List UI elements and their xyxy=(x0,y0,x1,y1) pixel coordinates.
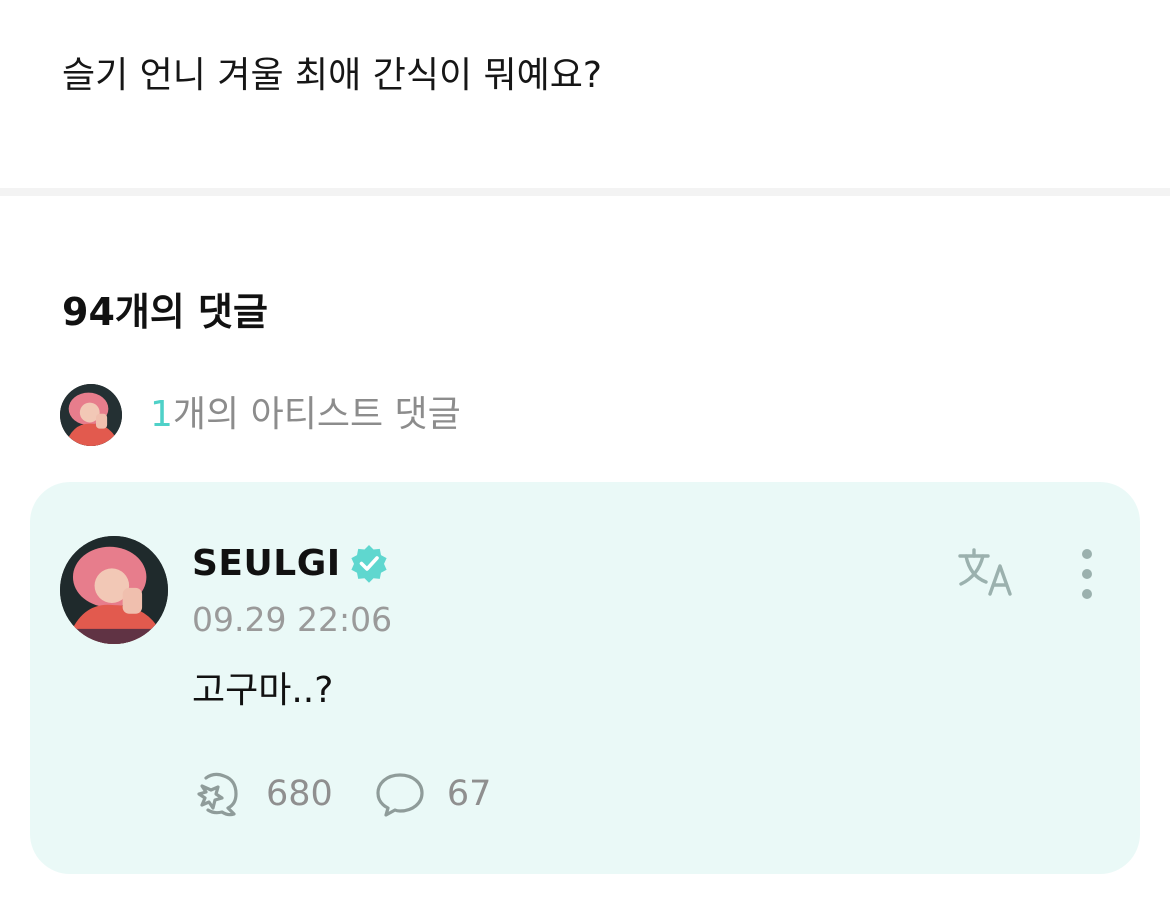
comments-count-title: 94개의 댓글 xyxy=(62,290,268,334)
reply-bubble-icon xyxy=(376,773,424,817)
comment-timestamp: 09.29 22:06 xyxy=(192,600,393,639)
like-button[interactable]: 680 xyxy=(192,770,333,818)
like-count: 680 xyxy=(266,774,333,814)
reply-count: 67 xyxy=(446,774,492,814)
author-name[interactable]: SEULGI xyxy=(192,543,341,584)
artist-comments-label: 1개의 아티스트 댓글 xyxy=(150,389,461,441)
post-body: 슬기 언니 겨울 최애 간식이 뭐예요? xyxy=(62,55,603,96)
more-vertical-icon[interactable] xyxy=(1070,546,1104,602)
artist-comment-count: 1 xyxy=(150,394,173,435)
verified-badge-icon xyxy=(351,545,387,583)
artist-comment-card: SEULGI 09.29 22:06 고구마..? 680 67 xyxy=(30,482,1140,874)
author-row: SEULGI xyxy=(192,540,389,586)
cheer-like-icon xyxy=(197,772,238,817)
comment-text: 고구마..? xyxy=(192,670,334,711)
comment-actions: 680 67 xyxy=(192,770,491,818)
artist-avatar-small xyxy=(60,384,122,446)
section-divider xyxy=(0,188,1170,196)
post-detail-screen: 슬기 언니 겨울 최애 간식이 뭐예요? 94개의 댓글 1개의 아티스트 댓글 xyxy=(0,0,1170,908)
reply-button[interactable]: 67 xyxy=(373,770,492,818)
artist-comments-summary[interactable]: 1개의 아티스트 댓글 xyxy=(60,384,461,446)
translate-icon[interactable] xyxy=(956,546,1018,598)
artist-comments-suffix: 개의 아티스트 댓글 xyxy=(172,394,461,435)
author-avatar[interactable] xyxy=(60,536,168,644)
